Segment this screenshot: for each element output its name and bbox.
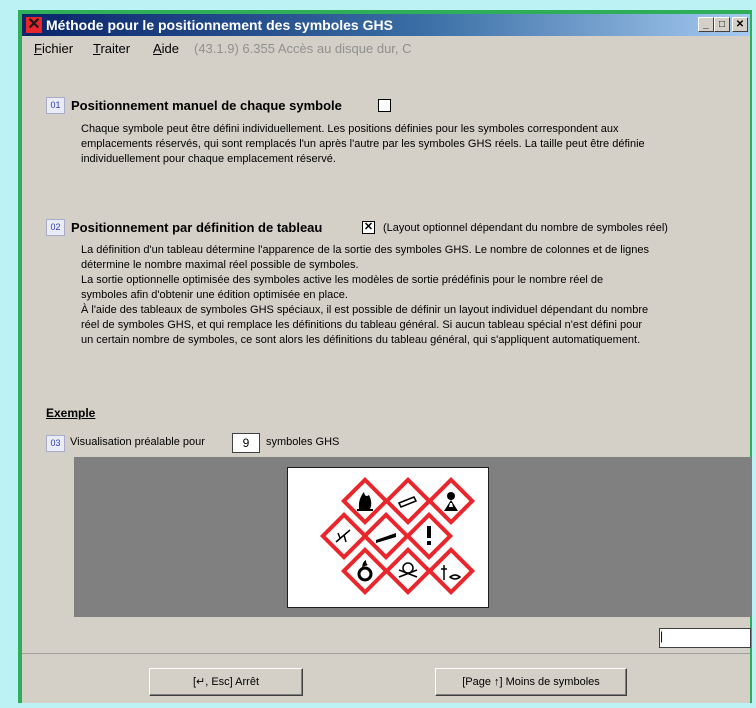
preview-suffix-label: symboles GHS <box>266 436 340 448</box>
menu-fichier[interactable]: Fichier <box>34 41 73 56</box>
stop-button[interactable]: [↵, Esc] Arrêt <box>149 668 303 696</box>
main-window: ✕ Méthode pour le positionnement des sym… <box>18 10 752 703</box>
menu-traiter[interactable]: Traiter <box>93 41 130 56</box>
window-title: Méthode pour le positionnement des symbo… <box>46 17 393 33</box>
flame-over-circle-icon <box>340 546 390 596</box>
preview-label: Visualisation préalable pour <box>70 436 205 448</box>
status-text: (43.1.9) 6.355 Accès au disque dur, C <box>194 41 412 56</box>
skull-icon <box>383 546 433 596</box>
manual-position-checkbox[interactable] <box>378 99 391 112</box>
section-description-table: La définition d'un tableau détermine l'a… <box>81 244 649 346</box>
section-note-table: (Layout optionnel dépendant du nombre de… <box>383 222 668 234</box>
small-input-field[interactable]: | <box>659 628 751 648</box>
bottom-button-bar: [↵, Esc] Arrêt [Page ↑] Moins de symbole… <box>22 653 750 708</box>
symbol-count-input[interactable]: 9 <box>232 433 260 453</box>
section-description-manual: Chaque symbole peut être défini individu… <box>81 123 645 165</box>
app-icon: ✕ <box>26 16 42 33</box>
pictogram-preview <box>287 467 489 608</box>
section-number-03[interactable]: 03 <box>46 435 65 452</box>
fish-tree-icon <box>426 546 476 596</box>
pictogram-grid <box>319 476 476 596</box>
environment-icon <box>319 511 369 561</box>
title-bar[interactable]: ✕ Méthode pour le positionnement des sym… <box>22 14 750 36</box>
menu-bar: Fichier Traiter Aide (43.1.9) 6.355 Accè… <box>22 38 750 58</box>
maximize-button[interactable]: □ <box>714 17 730 32</box>
close-button[interactable]: ✕ <box>732 17 748 32</box>
section-title-table: Positionnement par définition de tableau <box>71 220 323 235</box>
section-number-02[interactable]: 02 <box>46 219 65 236</box>
preview-area <box>74 457 751 617</box>
corrosion-icon <box>361 511 411 561</box>
exclamation-icon <box>404 511 454 561</box>
menu-aide[interactable]: Aide <box>153 41 179 56</box>
minimize-button[interactable]: _ <box>698 17 714 32</box>
fewer-symbols-button[interactable]: [Page ↑] Moins de symboles <box>435 668 627 696</box>
window-controls: _ □ ✕ <box>698 17 748 32</box>
gas-cylinder-icon <box>383 476 433 526</box>
example-heading: Exemple <box>46 406 96 420</box>
section-number-01[interactable]: 01 <box>46 97 65 114</box>
table-position-checkbox[interactable]: ✕ <box>362 221 375 234</box>
flame-icon <box>340 476 390 526</box>
section-title-manual: Positionnement manuel de chaque symbole <box>71 98 342 113</box>
health-hazard-icon <box>426 476 476 526</box>
